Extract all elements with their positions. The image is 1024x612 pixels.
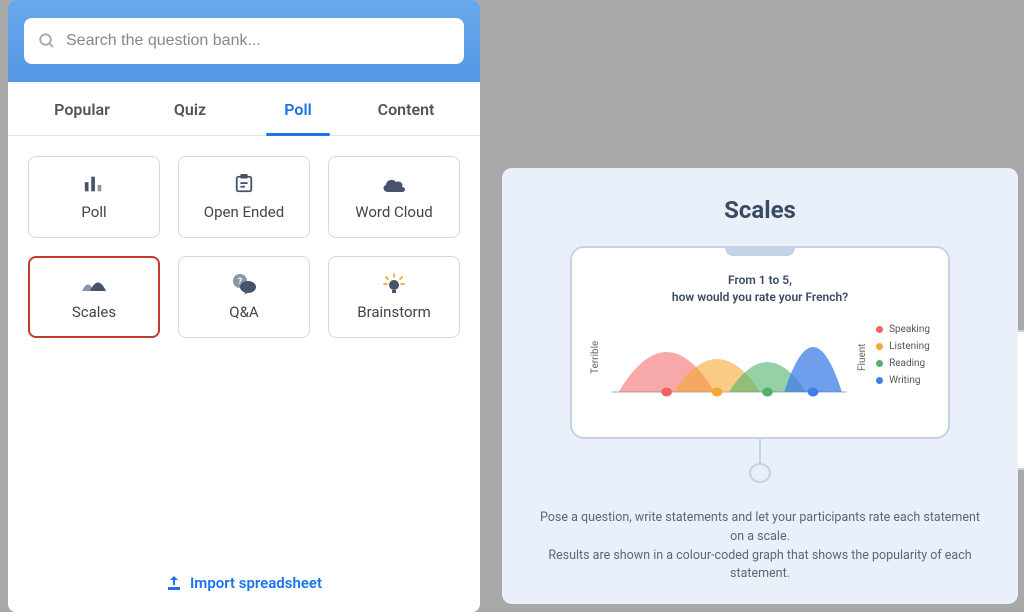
axis-high-label: Fluent <box>857 320 868 394</box>
import-spreadsheet-link[interactable]: Import spreadsheet <box>8 556 480 612</box>
screen-base <box>749 463 771 483</box>
card-qa[interactable]: ? Q&A <box>178 256 310 338</box>
card-open-ended[interactable]: Open Ended <box>178 156 310 238</box>
preview-question-line2: how would you rate your French? <box>590 289 930 306</box>
preview-screen: From 1 to 5, how would you rate your Fre… <box>570 246 950 439</box>
preview-question-line1: From 1 to 5, <box>590 272 930 289</box>
card-label: Open Ended <box>204 203 284 221</box>
preview-panel: Scales From 1 to 5, how would you rate y… <box>502 168 1018 604</box>
legend-item: Speaking <box>876 324 930 335</box>
upload-icon <box>166 575 182 591</box>
legend-item: Listening <box>876 341 930 352</box>
tab-content[interactable]: Content <box>352 82 460 135</box>
question-type-panel: Popular Quiz Poll Content Poll Open Ende… <box>8 0 480 612</box>
card-word-cloud[interactable]: Word Cloud <box>328 156 460 238</box>
qa-icon: ? <box>231 273 257 295</box>
card-scales[interactable]: Scales <box>28 256 160 338</box>
tab-bar: Popular Quiz Poll Content <box>8 82 480 136</box>
tab-quiz[interactable]: Quiz <box>136 82 244 135</box>
card-label: Q&A <box>229 303 258 321</box>
search-bar[interactable] <box>24 18 464 64</box>
screen-notch <box>725 246 795 256</box>
card-label: Scales <box>72 303 116 321</box>
tab-poll[interactable]: Poll <box>244 82 352 135</box>
clipboard-icon <box>233 173 255 195</box>
card-grid: Poll Open Ended Word Cloud Scales ? Q&A <box>8 136 480 358</box>
card-poll[interactable]: Poll <box>28 156 160 238</box>
legend-item: Writing <box>876 375 930 386</box>
mountain-icon <box>80 273 108 295</box>
import-label: Import spreadsheet <box>190 574 322 592</box>
card-label: Word Cloud <box>355 203 432 221</box>
screen-stand <box>759 438 761 465</box>
cloud-icon <box>381 173 407 195</box>
scale-curves <box>609 320 849 400</box>
card-label: Brainstorm <box>357 303 431 321</box>
preview-title: Scales <box>724 196 796 224</box>
search-icon <box>38 32 56 50</box>
card-brainstorm[interactable]: Brainstorm <box>328 256 460 338</box>
search-input[interactable] <box>66 32 450 50</box>
preview-description: Pose a question, write statements and le… <box>528 509 992 584</box>
preview-chart: Terrible Fluent Speaking Listening <box>590 320 930 425</box>
axis-low-label: Terrible <box>590 320 601 394</box>
bulb-icon <box>383 273 405 295</box>
legend-item: Reading <box>876 358 930 369</box>
chart-legend: Speaking Listening Reading Writing <box>876 320 930 425</box>
tab-popular[interactable]: Popular <box>28 82 136 135</box>
card-label: Poll <box>81 203 106 221</box>
search-bar-container <box>8 0 480 82</box>
bar-chart-icon <box>83 173 105 195</box>
